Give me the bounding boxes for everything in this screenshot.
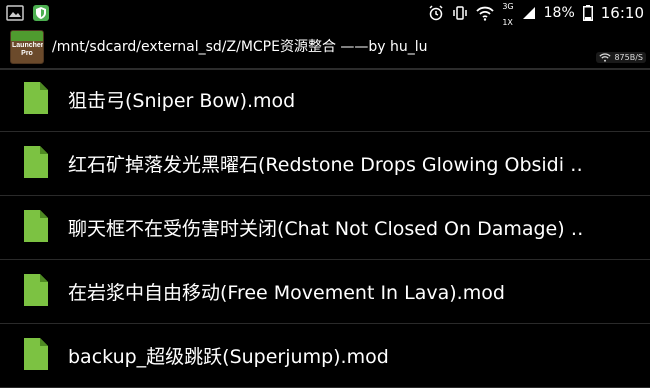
wifi-icon xyxy=(476,6,494,21)
clock: 16:10 xyxy=(600,4,644,22)
title-bar: Launcher Pro /mnt/sdcard/external_sd/Z/M… xyxy=(0,26,650,70)
app-icon-label: Launcher Pro xyxy=(12,42,44,57)
file-row[interactable]: 红石矿掉落发光黑曜石(Redstone Drops Glowing Obsidi… xyxy=(0,132,650,196)
file-name: 在岩浆中自由移动(Free Movement In Lava).mod xyxy=(68,282,505,304)
app-icon-grass xyxy=(11,31,43,41)
file-row[interactable]: 狙击弓(Sniper Bow).mod xyxy=(0,68,650,132)
shield-icon xyxy=(33,5,49,21)
status-right: 3G 1X 18% 16:10 xyxy=(428,2,644,27)
file-name: 聊天框不在受伤害时关闭(Chat Not Closed On Damage) ‥ xyxy=(68,218,584,240)
alarm-icon xyxy=(429,5,443,21)
net-speed-value: 875B/S xyxy=(614,53,643,62)
current-path: /mnt/sdcard/external_sd/Z/MCPE资源整合 ——by … xyxy=(52,39,428,55)
file-icon xyxy=(24,146,48,178)
network-type: 3G 1X xyxy=(502,0,513,29)
file-name: 红石矿掉落发光黑曜石(Redstone Drops Glowing Obsidi… xyxy=(68,154,583,176)
file-icon xyxy=(24,210,48,242)
file-icon xyxy=(24,338,48,370)
image-icon xyxy=(6,5,24,21)
wifi-small-icon xyxy=(599,53,612,62)
file-list: 狙击弓(Sniper Bow).mod 红石矿掉落发光黑曜石(Redstone … xyxy=(0,68,650,388)
net-speed-indicator: 875B/S xyxy=(596,52,646,63)
vibrate-icon xyxy=(453,6,468,20)
app-icon[interactable]: Launcher Pro xyxy=(10,30,44,64)
file-row[interactable]: 在岩浆中自由移动(Free Movement In Lava).mod xyxy=(0,260,650,324)
status-left-icons xyxy=(6,4,50,22)
battery-percent: 18% xyxy=(543,5,575,21)
status-bar: 3G 1X 18% 16:10 xyxy=(0,0,650,27)
network-type-top: 3G xyxy=(502,2,514,11)
file-icon xyxy=(24,82,48,114)
file-icon xyxy=(24,274,48,306)
signal-icon xyxy=(522,7,535,19)
file-row[interactable]: backup_超级跳跃(Superjump).mod xyxy=(0,324,650,388)
file-name: 狙击弓(Sniper Bow).mod xyxy=(68,90,296,112)
file-row[interactable]: 聊天框不在受伤害时关闭(Chat Not Closed On Damage) ‥ xyxy=(0,196,650,260)
battery-icon xyxy=(582,5,593,21)
